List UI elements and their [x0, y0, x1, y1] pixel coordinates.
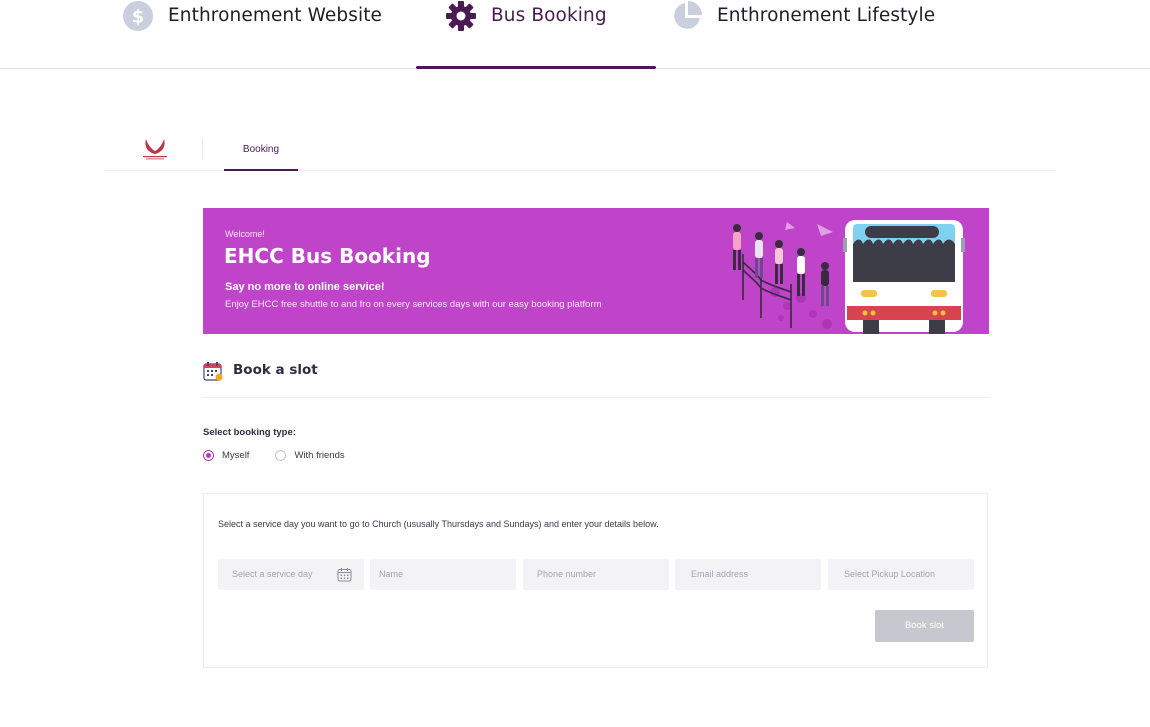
booking-type-options: Myself With friends [203, 448, 371, 462]
subnav-active-indicator [224, 169, 298, 171]
email-input[interactable]: Email address [675, 559, 821, 590]
radio-button[interactable] [275, 449, 287, 461]
enthronement-logo[interactable] [138, 136, 172, 162]
booking-type-label: Select booking type: [203, 427, 296, 438]
banner-description: Enjoy EHCC free shuttle to and fro on ev… [225, 299, 602, 310]
tab-bus-booking[interactable]: Bus Booking [445, 0, 607, 69]
radio-label: Myself [222, 449, 250, 461]
active-tab-indicator [416, 66, 656, 69]
book-slot-button[interactable]: Book slot [875, 610, 974, 642]
gear-icon [446, 1, 476, 31]
tab-label: Enthronement Website [168, 5, 383, 26]
tab-enthronement-website[interactable]: $ Enthronement Website [122, 0, 382, 69]
book-slot-title: Book a slot [233, 362, 318, 378]
form-instruction: Select a service day you want to go to C… [218, 519, 659, 529]
top-tab-bar: $ Enthronement Website Bus Booking Enthr… [0, 0, 1150, 69]
calendar-icon[interactable] [337, 567, 352, 582]
booking-form: Select a service day you want to go to C… [203, 493, 988, 668]
tab-enthronement-lifestyle[interactable]: Enthronement Lifestyle [671, 0, 935, 69]
welcome-banner: Welcome! EHCC Bus Booking Say no more to… [203, 208, 989, 334]
banner-welcome: Welcome! [225, 229, 265, 239]
calendar-icon [203, 362, 223, 381]
radio-button[interactable] [203, 449, 214, 461]
phone-input[interactable]: Phone number [523, 559, 669, 590]
name-input[interactable]: Name [370, 559, 516, 590]
book-slot-header: Book a slot [203, 358, 989, 398]
dollar-circle-icon: $ [123, 1, 153, 31]
pie-chart-icon [674, 1, 702, 29]
service-day-placeholder: Select a service day [232, 569, 313, 579]
subnav-divider [202, 140, 203, 160]
radio-myself[interactable]: Myself [203, 449, 250, 461]
tab-label: Enthronement Lifestyle [717, 5, 936, 26]
bus-queue-illustration [733, 220, 965, 334]
radio-with-friends[interactable]: With friends [275, 449, 345, 461]
radio-label: With friends [294, 449, 345, 461]
svg-text:$: $ [132, 7, 145, 28]
tab-booking[interactable]: Booking [224, 128, 298, 171]
banner-title: EHCC Bus Booking [224, 244, 431, 268]
sub-navigation: Booking [104, 128, 1056, 171]
banner-subtitle: Say no more to online service! [225, 281, 385, 293]
pickup-location-select[interactable]: Select Pickup Location [828, 559, 974, 590]
service-day-picker[interactable]: Select a service day [218, 559, 364, 590]
tab-label: Bus Booking [491, 5, 607, 26]
